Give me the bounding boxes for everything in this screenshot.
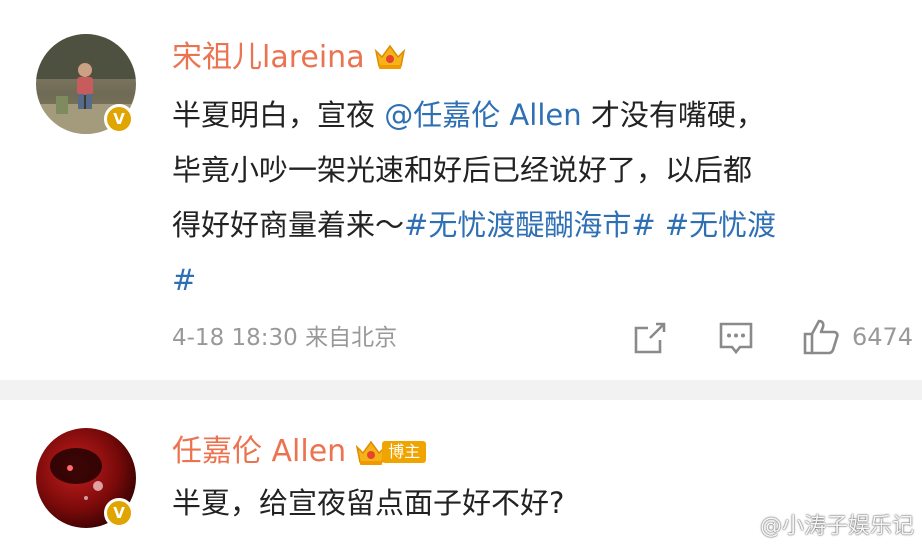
username[interactable]: 宋祖儿lareina [172,38,365,78]
action-bar: 6474 [630,316,922,360]
weibo-logo-icon [724,513,753,537]
verified-icon: V [104,498,134,528]
hashtag-link[interactable]: # [172,263,196,297]
hashtag-link[interactable]: #无忧渡醍醐海市# [404,208,656,242]
crown-icon[interactable] [373,41,407,75]
text-segment: 得好好商量着来～ [172,208,405,242]
text-segment: 才没有嘴硬， [581,98,765,132]
mention-link[interactable]: @任嘉伦 Allen [384,98,581,132]
comment-card-2: V 任嘉伦 Allen 博主 半夏，给宣夜留点面子好不好? @小涛子娱乐记 [0,400,922,548]
creator-badge[interactable]: 博主 [354,439,427,465]
comment-icon [719,322,753,355]
username[interactable]: 任嘉伦 Allen [172,432,346,472]
verified-icon: V [104,104,134,134]
comment-text: 半夏明白，宣夜 @任嘉伦 Allen 才没有嘴硬， 毕竟小吵一架光速和好后已经说… [172,88,912,308]
share-icon [634,322,666,354]
text-segment: 半夏明白，宣夜 [172,98,385,132]
like-button[interactable]: 6474 [802,318,913,356]
text-segment: 毕竟小吵一架光速和好后已经说好了，以后都 [172,153,753,187]
share-button[interactable] [632,320,668,356]
hashtag-link[interactable]: #无忧渡 [656,208,776,242]
watermark-text: @小涛子娱乐记 [759,514,914,539]
comment-button[interactable] [718,320,754,356]
watermark: @小涛子娱乐记 [724,508,914,540]
divider [0,380,922,400]
creator-tag: 博主 [382,441,427,463]
like-count: 6474 [852,323,914,351]
post-meta: 4-18 18:30 来自北京 [172,325,398,351]
thumbs-up-icon [803,319,839,355]
comment-card-1: V 宋祖儿lareina 半夏明白，宣夜 @任嘉伦 Allen 才没有嘴硬， 毕… [0,0,922,380]
